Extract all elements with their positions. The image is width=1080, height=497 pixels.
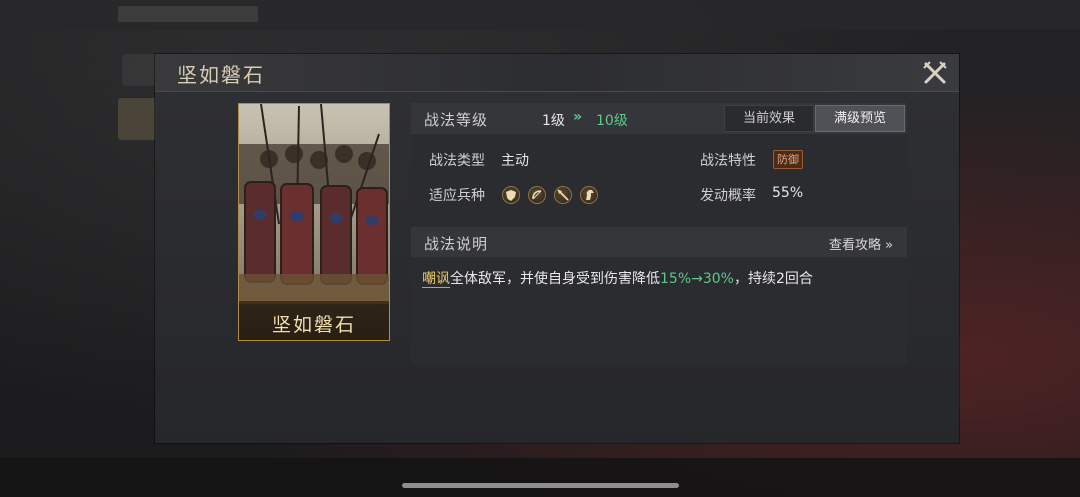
skill-detail-dialog: 坚如磐石 坚如磐石 战法等级 1级 » 10级 当前效果 满级预览 战法类型 主… <box>155 54 959 443</box>
keyword-taunt[interactable]: 嘲讽 <box>422 271 450 288</box>
level-label: 战法等级 <box>424 111 489 129</box>
background-card-ghost <box>118 98 156 140</box>
background-top-bar <box>0 0 1080 30</box>
home-indicator[interactable] <box>402 483 679 488</box>
description-label: 战法说明 <box>424 235 489 253</box>
spear-icon <box>554 186 572 204</box>
background-panel-ghost <box>122 54 156 86</box>
close-icon[interactable] <box>921 59 949 87</box>
view-guide-link[interactable]: 查看攻略 » <box>829 234 893 253</box>
trait-label: 战法特性 <box>700 153 756 169</box>
tab-current-effect[interactable]: 当前效果 <box>724 105 814 132</box>
bow-icon <box>528 186 546 204</box>
level-header: 战法等级 1级 » 10级 当前效果 满级预览 <box>411 103 907 134</box>
description-part-1: 全体敌军，并使自身受到伤害降低 <box>450 271 660 287</box>
description-text: 嘲讽全体敌军，并使自身受到伤害降低15%→30%，持续2回合 <box>422 268 902 288</box>
level-current: 1级 <box>542 113 565 129</box>
level-arrow-icon: » <box>573 109 583 125</box>
level-max: 10级 <box>596 113 628 129</box>
background-bottom-bar <box>0 458 1080 497</box>
soldiers-shield-wall-art <box>239 104 389 304</box>
type-value: 主动 <box>501 153 529 169</box>
background-title-blurred <box>118 6 258 22</box>
horse-icon <box>580 186 598 204</box>
card-name: 坚如磐石 <box>271 314 356 336</box>
dialog-title: 坚如磐石 <box>177 63 265 87</box>
dialog-header: 坚如磐石 <box>155 54 959 92</box>
description-scaling: 15%→30% <box>660 271 734 287</box>
shield-icon <box>502 186 520 204</box>
chance-label: 发动概率 <box>700 188 756 204</box>
tab-max-preview[interactable]: 满级预览 <box>815 105 905 132</box>
description-header: 战法说明 查看攻略 » <box>411 227 907 257</box>
troops-label: 适应兵种 <box>429 188 485 204</box>
description-panel: 战法说明 查看攻略 » 嘲讽全体敌军，并使自身受到伤害降低15%→30%，持续2… <box>411 227 907 364</box>
description-part-2: ，持续2回合 <box>733 271 813 287</box>
trait-badge: 防御 <box>773 150 803 169</box>
type-label: 战法类型 <box>429 153 485 169</box>
chance-value: 55% <box>772 185 804 201</box>
skill-card: 坚如磐石 <box>238 103 390 341</box>
skill-info-panel: 战法等级 1级 » 10级 当前效果 满级预览 战法类型 主动 战法特性 适应兵… <box>411 103 907 221</box>
